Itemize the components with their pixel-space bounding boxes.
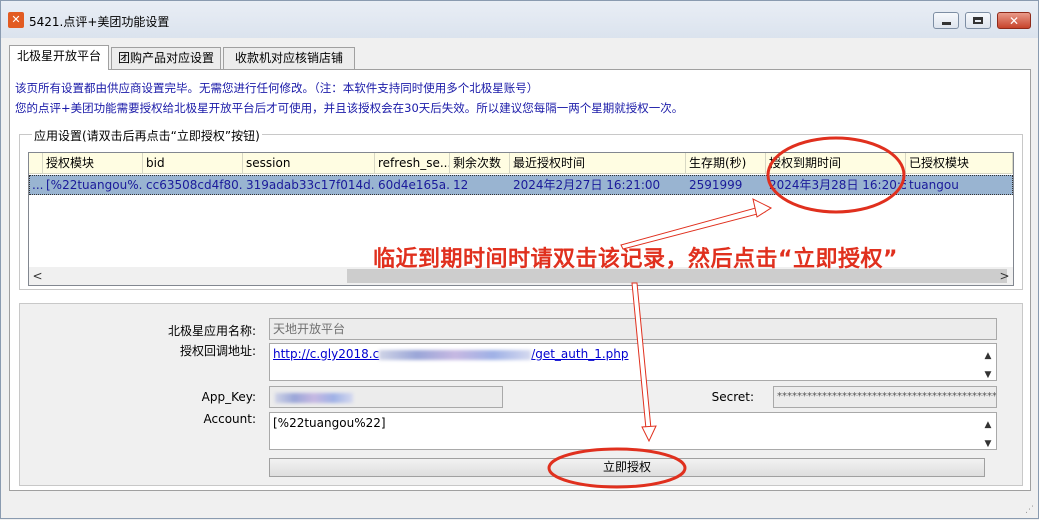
table-cell[interactable]: [%22tuangou%... [43, 175, 143, 195]
scroll-left-icon[interactable]: < [29, 267, 46, 285]
maximize-button[interactable] [965, 12, 991, 29]
authorize-now-button[interactable]: 立即授权 [269, 458, 985, 477]
secret-field[interactable]: ****************************************… [773, 386, 997, 408]
app-name-field[interactable]: 天地开放平台 [269, 318, 997, 340]
grid-header[interactable]: 最近授权时间 [510, 153, 686, 174]
table-cell[interactable]: 2024年3月28日 16:20:59 [766, 175, 906, 195]
grid-header[interactable]: 剩余次数 [450, 153, 510, 174]
tab-polaris-platform[interactable]: 北极星开放平台 [9, 45, 109, 70]
grid-header[interactable]: 授权到期时间 [766, 153, 906, 174]
group-legend: 应用设置(请双击后再点击“立即授权”按钮) [32, 127, 262, 144]
scroll-right-icon[interactable]: > [996, 267, 1013, 285]
table-cell[interactable]: tuangou [906, 175, 1013, 195]
secret-label: Secret: [711, 390, 754, 404]
info-line-1: 该页所有设置都由供应商设置完毕。无需您进行任何修改。（注：本软件支持同时使用多个… [15, 81, 539, 95]
maximize-icon [973, 17, 983, 24]
app-key-field[interactable] [269, 386, 503, 408]
app-icon: ✕ [8, 12, 24, 28]
table-cell[interactable]: cc63508cd4f80... [143, 175, 243, 195]
title-bar: ✕ 5421.点评+美团功能设置 ✕ [1, 1, 1038, 38]
callback-label: 授权回调地址: [179, 344, 256, 358]
resize-grip-icon[interactable]: ⋰ [1025, 505, 1034, 515]
callback-url-field[interactable]: http://c.gly2018.c/get_auth_1.php ▲ ▼ [269, 343, 997, 381]
grid-header[interactable]: refresh_se... [375, 153, 450, 174]
grid-header[interactable]: 授权模块 [43, 153, 143, 174]
close-button[interactable]: ✕ [997, 12, 1031, 29]
table-cell[interactable]: 2024年2月27日 16:21:00 [510, 175, 686, 195]
table-cell[interactable]: 2591999 [686, 175, 766, 195]
info-line-2: 您的点评+美团功能需要授权给北极星开放平台后才可使用，并且该授权会在30天后失效… [15, 101, 684, 115]
callback-url-prefix: http://c.gly2018.c [273, 347, 380, 361]
settings-window: ✕ 5421.点评+美团功能设置 ✕ 北极星开放平台 团购产品对应设置 收款机对… [0, 0, 1039, 519]
account-label: Account: [203, 412, 257, 426]
row-indicator: ... [32, 178, 43, 192]
scroll-down-icon[interactable]: ▼ [981, 365, 995, 380]
app-key-label: App_Key: [201, 390, 256, 404]
redacted-blur [275, 392, 353, 403]
redacted-blur [379, 349, 532, 360]
window-title: 5421.点评+美团功能设置 [29, 15, 170, 29]
scroll-down-icon[interactable]: ▼ [981, 434, 995, 449]
grid-header[interactable]: session [243, 153, 375, 174]
table-cell[interactable]: 12 [450, 175, 510, 195]
account-field[interactable]: [%22tuangou%22] ▲ ▼ [269, 412, 997, 450]
grid-header[interactable]: bid [143, 153, 243, 174]
grid-header[interactable]: 已授权模块 [906, 153, 1013, 174]
account-value: [%22tuangou%22] [273, 416, 386, 430]
tab-cashier-stores[interactable]: 收款机对应核销店铺 [223, 47, 355, 69]
app-name-label: 北极星应用名称: [167, 324, 256, 338]
table-cell[interactable]: 319adab33c17f014d... [243, 175, 375, 195]
table-cell[interactable]: 60d4e165a... [375, 175, 450, 195]
minimize-button[interactable] [933, 12, 959, 29]
minimize-icon [942, 22, 951, 25]
callback-url-suffix: /get_auth_1.php [531, 347, 629, 361]
close-icon: ✕ [1009, 14, 1020, 28]
annotation-text: 临近到期时间时请双击该记录，然后点击“立即授权” [373, 247, 898, 272]
tab-page: 该页所有设置都由供应商设置完毕。无需您进行任何修改。（注：本软件支持同时使用多个… [9, 69, 1031, 491]
app-detail-panel: 北极星应用名称: 天地开放平台 授权回调地址: http://c.gly2018… [19, 303, 1023, 486]
scroll-up-icon[interactable]: ▲ [981, 415, 995, 435]
grid-header[interactable]: 生存期(秒) [686, 153, 766, 174]
grid-header-indicator [29, 153, 43, 174]
tab-group-products[interactable]: 团购产品对应设置 [111, 47, 221, 69]
scroll-up-icon[interactable]: ▲ [981, 346, 995, 366]
